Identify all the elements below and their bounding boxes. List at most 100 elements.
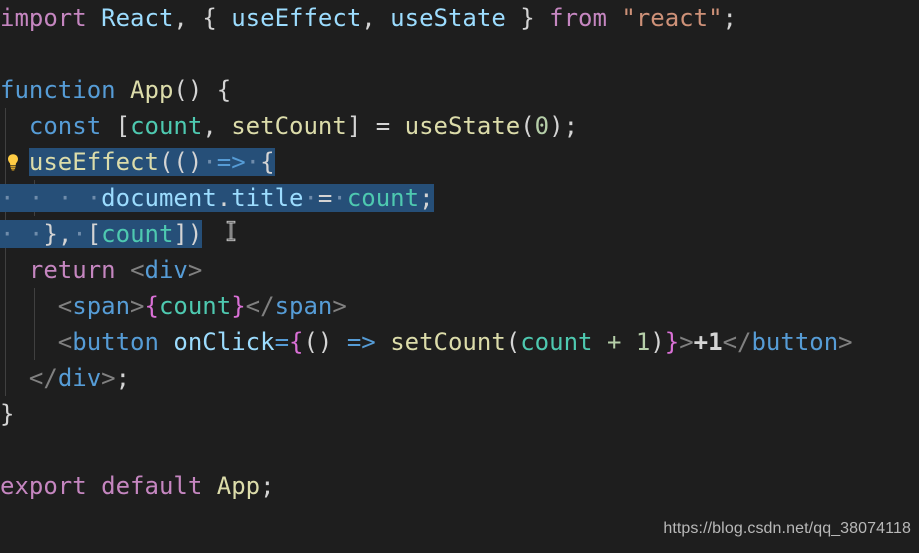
token-gt: > bbox=[838, 328, 853, 356]
token-useeffect: useEffect bbox=[231, 4, 362, 32]
token-return: return bbox=[28, 256, 116, 284]
token-close-tag: </ bbox=[245, 292, 275, 320]
whitespace-dot: · bbox=[245, 148, 261, 176]
code-line-11[interactable]: </div>; bbox=[0, 360, 919, 396]
token-const: const bbox=[28, 112, 102, 140]
token-semicolon: ; bbox=[722, 4, 737, 32]
token-curly-close: } bbox=[0, 400, 15, 428]
whitespace-dot: · bbox=[303, 184, 318, 212]
token-lt: < bbox=[57, 292, 73, 320]
token-div-tag: div bbox=[144, 256, 188, 284]
token-close-tag: </ bbox=[28, 364, 58, 392]
whitespace-dot: · bbox=[0, 184, 15, 212]
token-bracket-close: ] bbox=[346, 112, 362, 140]
token-curly-open: { bbox=[216, 76, 232, 104]
whitespace-dot: · bbox=[0, 220, 15, 248]
token-bracket-open: [ bbox=[86, 220, 102, 248]
code-line-8[interactable]: return <div> bbox=[0, 252, 919, 288]
token-react-string: "react" bbox=[621, 4, 723, 32]
text-ibeam-cursor bbox=[224, 216, 238, 242]
code-line-1[interactable]: import React, { useEffect, useState } fr… bbox=[0, 0, 919, 36]
selection-highlight: useEffect(()·=>·{ bbox=[28, 148, 275, 176]
whitespace-dot: · bbox=[86, 184, 102, 212]
whitespace-dot: · bbox=[202, 148, 217, 176]
token-lt: < bbox=[130, 256, 145, 284]
watermark-text: https://blog.csdn.net/qq_38074118 bbox=[663, 520, 911, 537]
token-bracket-open: [ bbox=[115, 112, 131, 140]
selection-highlight: · ·},·[count]) bbox=[0, 220, 203, 248]
token-parens: () bbox=[173, 76, 203, 104]
token-brace-close: } bbox=[520, 4, 535, 32]
token-arrow: => bbox=[346, 328, 376, 356]
token-comma: , bbox=[173, 4, 188, 32]
token-export: export bbox=[0, 472, 87, 500]
token-semicolon: ; bbox=[260, 472, 275, 500]
token-setcount-call: setCount bbox=[390, 328, 506, 356]
token-comma: , bbox=[57, 220, 73, 248]
token-react: React bbox=[101, 4, 174, 32]
token-curly-open: { bbox=[260, 148, 275, 176]
token-jsx-brace-open: { bbox=[289, 328, 304, 356]
token-usestate-call: useState bbox=[404, 112, 521, 140]
code-line-14[interactable]: export default App; bbox=[0, 468, 919, 504]
token-useeffect-call: useEffect bbox=[28, 148, 159, 176]
token-count: count bbox=[101, 220, 174, 248]
whitespace-dot: · bbox=[28, 184, 44, 212]
token-span-tag: span bbox=[72, 292, 131, 320]
token-import: import bbox=[0, 4, 87, 32]
token-comma: , bbox=[202, 112, 217, 140]
code-line-9[interactable]: <span>{count}</span> bbox=[0, 288, 919, 324]
token-app: App bbox=[216, 472, 261, 500]
token-equals: = bbox=[317, 184, 333, 212]
whitespace-dot: · bbox=[57, 184, 73, 212]
token-semicolon: ; bbox=[115, 364, 131, 392]
code-line-12[interactable]: } bbox=[0, 396, 919, 432]
token-count: count bbox=[346, 184, 420, 212]
token-document: document bbox=[101, 184, 217, 212]
code-line-3[interactable]: function App() { bbox=[0, 72, 919, 108]
token-close-tag: </ bbox=[722, 328, 752, 356]
token-count: count bbox=[158, 292, 232, 320]
token-button-tag: button bbox=[72, 328, 159, 356]
code-line-4[interactable]: const [count, setCount] = useState(0); bbox=[0, 108, 919, 144]
token-one: 1 bbox=[635, 328, 651, 356]
token-semicolon: ; bbox=[419, 184, 434, 212]
token-count: count bbox=[520, 328, 593, 356]
token-jsx-text: +1 bbox=[693, 328, 723, 356]
whitespace-dot: · bbox=[72, 220, 87, 248]
whitespace-dot: · bbox=[28, 220, 44, 248]
token-equals: = bbox=[274, 328, 290, 356]
token-function: function bbox=[0, 76, 116, 104]
code-content[interactable]: import React, { useEffect, useState } fr… bbox=[0, 0, 919, 520]
token-setcount: setCount bbox=[231, 112, 347, 140]
token-div-tag: div bbox=[57, 364, 102, 392]
code-line-6[interactable]: · · · ·document.title·=·count; bbox=[0, 180, 919, 216]
code-line-10[interactable]: <button onClick={() => setCount(count + … bbox=[0, 324, 919, 360]
token-default: default bbox=[101, 472, 203, 500]
code-line-2[interactable] bbox=[0, 36, 919, 72]
whitespace-dot: · bbox=[332, 184, 347, 212]
token-gt: > bbox=[130, 292, 145, 320]
token-gt: > bbox=[187, 256, 203, 284]
token-dot: . bbox=[216, 184, 232, 212]
token-app: App bbox=[130, 76, 174, 104]
token-lt: < bbox=[57, 328, 73, 356]
token-comma: , bbox=[361, 4, 376, 32]
code-line-13[interactable] bbox=[0, 432, 919, 468]
token-bracket-close: ] bbox=[173, 220, 188, 248]
token-gt: > bbox=[679, 328, 694, 356]
code-line-7[interactable]: · ·},·[count]) bbox=[0, 216, 919, 252]
token-arrow: => bbox=[216, 148, 246, 176]
token-zero: 0 bbox=[534, 112, 550, 140]
token-count: count bbox=[130, 112, 203, 140]
token-jsx-brace-close: } bbox=[231, 292, 246, 320]
token-onclick-attr: onClick bbox=[173, 328, 275, 356]
token-from: from bbox=[549, 4, 607, 32]
code-editor[interactable]: import React, { useEffect, useState } fr… bbox=[0, 0, 919, 553]
selection-highlight: · · · ·document.title·=·count; bbox=[0, 184, 434, 212]
token-button-tag: button bbox=[751, 328, 839, 356]
token-usestate: useState bbox=[390, 4, 506, 32]
code-line-5[interactable]: useEffect(()·=>·{ bbox=[0, 144, 919, 180]
token-brace-open: { bbox=[202, 4, 217, 32]
lightbulb-icon[interactable] bbox=[5, 145, 21, 171]
